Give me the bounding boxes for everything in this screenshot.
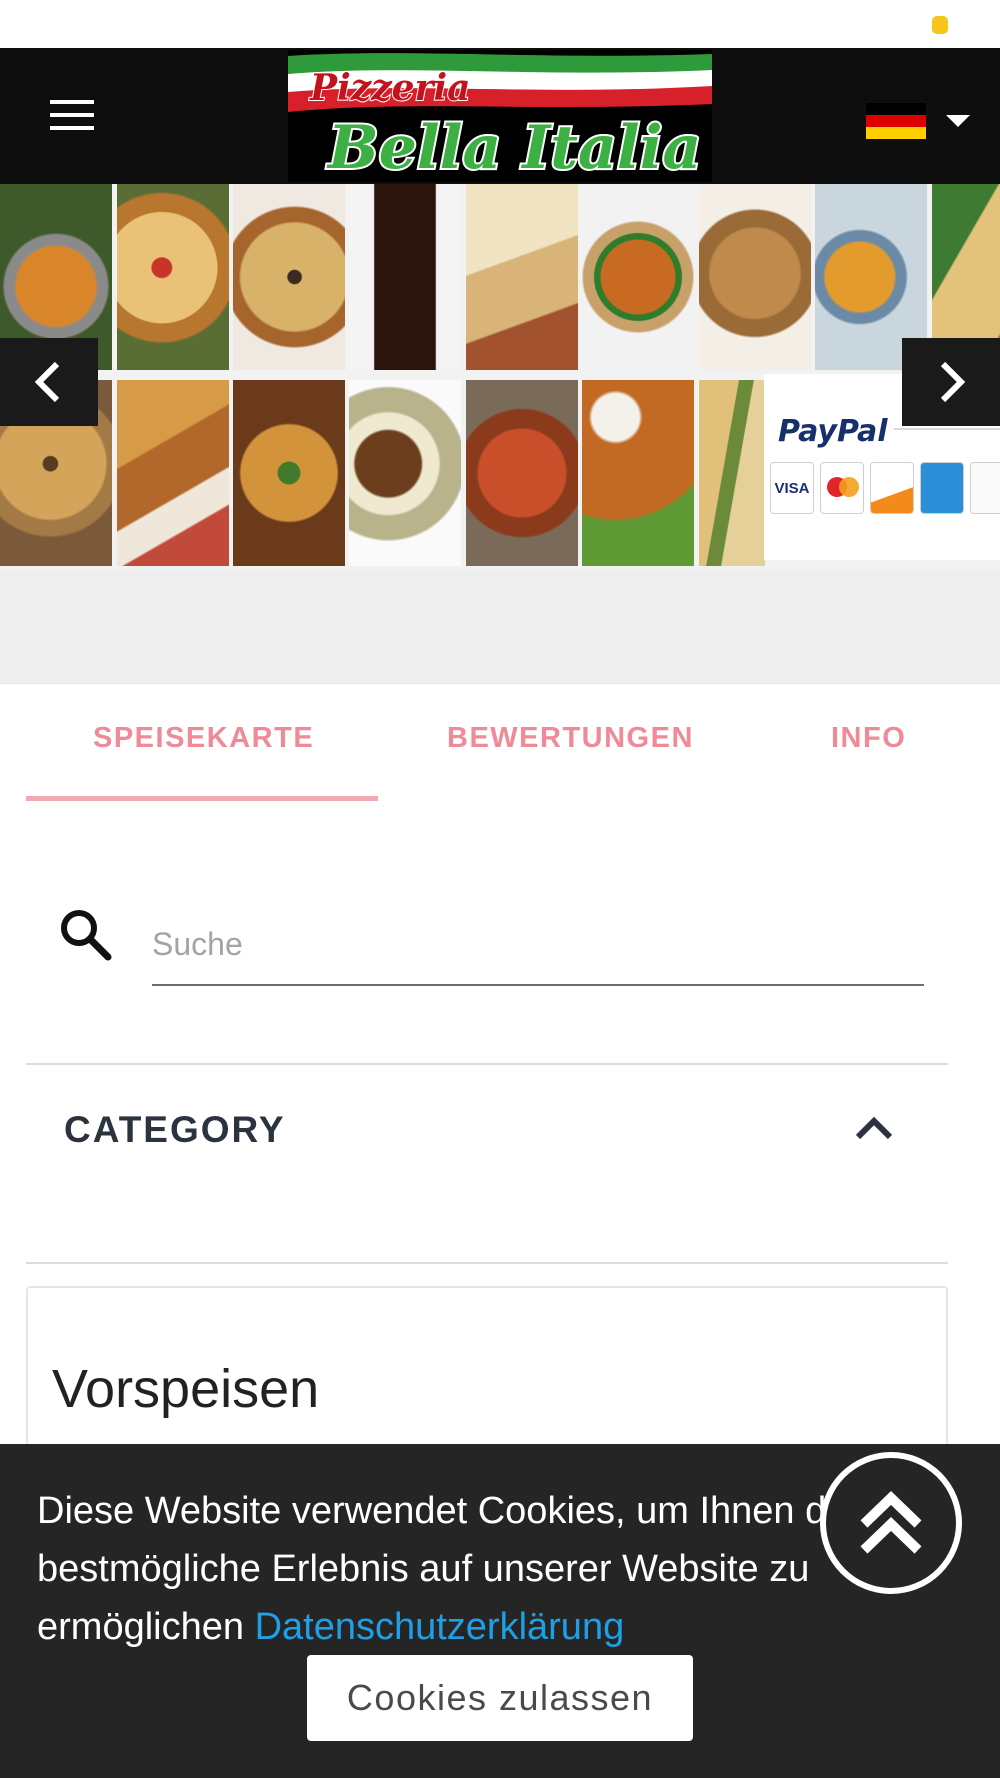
food-image-cutlets: [349, 380, 461, 566]
language-selector[interactable]: [866, 103, 976, 143]
search-icon: [61, 910, 112, 961]
germany-flag-icon: [866, 103, 926, 139]
category-title: CATEGORY: [64, 1109, 286, 1150]
logo-graphic: Pizzeria Bella Italia: [288, 50, 712, 182]
double-chevron-up-icon: [860, 1491, 922, 1554]
category-accordion[interactable]: CATEGORY: [26, 1063, 948, 1264]
status-indicator-icon: [932, 16, 948, 34]
food-image-garlic-bread-2: [117, 380, 229, 566]
tab-bewertungen[interactable]: BEWERTUNGEN: [447, 722, 694, 755]
allow-cookies-button[interactable]: Cookies zulassen: [307, 1655, 693, 1741]
carousel-prev-button[interactable]: [0, 338, 98, 426]
paypal-logo: PayPal: [778, 414, 888, 449]
chevron-right-icon: [940, 362, 966, 402]
section-title: Vorspeisen: [52, 1359, 320, 1419]
carousel-next-button[interactable]: [902, 338, 1000, 426]
food-image-pizza-slice: [466, 184, 578, 370]
food-image-wings: [582, 380, 694, 566]
food-image-cola: [349, 184, 461, 370]
tab-speisekarte[interactable]: SPEISEKARTE: [93, 722, 314, 755]
chevron-left-icon: [34, 362, 60, 402]
chevron-up-icon[interactable]: [854, 1113, 894, 1143]
food-image-bread: [699, 184, 811, 370]
diners-club-card-icon: [970, 462, 1000, 514]
logo-bella-italia-text: Bella Italia: [326, 113, 701, 182]
discover-card-icon: [870, 462, 914, 514]
status-bar: [0, 0, 1000, 48]
cookie-message: Diese Website verwendet Cookies, um Ihne…: [37, 1482, 877, 1656]
hamburger-icon: [50, 100, 94, 104]
tab-bar: SPEISEKARTE BEWERTUNGEN INFO: [0, 683, 1000, 801]
search-section: [0, 801, 1000, 1063]
mastercard-icon: [820, 462, 864, 514]
site-header: Pizzeria Bella Italia: [0, 48, 1000, 184]
search-input[interactable]: [152, 904, 924, 986]
food-image-carousel[interactable]: PayPal VISA: [0, 184, 1000, 569]
visa-card-icon: VISA: [770, 462, 814, 514]
food-image-rice: [582, 184, 694, 370]
food-image-pepperoni-pizza: [117, 184, 229, 370]
site-logo[interactable]: Pizzeria Bella Italia: [288, 50, 712, 182]
amex-card-icon: [920, 462, 964, 514]
food-image-pizza-4: [466, 380, 578, 566]
tab-info[interactable]: INFO: [831, 722, 906, 755]
caret-down-icon: [946, 115, 970, 127]
spacer-band: [0, 569, 1000, 683]
logo-pizzeria-text: Pizzeria: [309, 67, 471, 109]
food-image-pizza-3: [233, 380, 345, 566]
privacy-policy-link[interactable]: Datenschutzerklärung: [255, 1606, 625, 1648]
food-image-garlic-bread-3: [699, 380, 765, 566]
hamburger-menu-button[interactable]: [50, 100, 94, 132]
scroll-to-top-button[interactable]: [820, 1452, 962, 1594]
food-image-pizza: [233, 184, 345, 370]
